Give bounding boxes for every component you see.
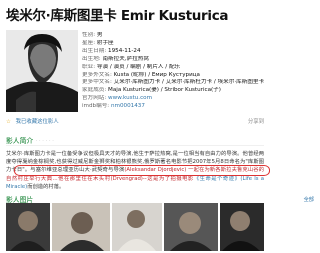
profile-info: 性别: 男 星座: 射手座 出生日期: 1954-11-24 出生地: 南斯拉夫… [82, 32, 268, 111]
bio-end: 而创造的村落。 [27, 183, 65, 190]
info-value: 南斯拉夫,萨拉热窝 [102, 55, 149, 62]
action-bar: ☆ 我已收藏这位影人 分享到 [6, 117, 264, 127]
info-row: 更多中文名: 艾米尔·库斯图力卡 / 艾米尔·库斯杜力卡 / 埃米尔·库斯图里卡 [82, 79, 268, 87]
info-value: Kusta (昵称) / Емир Кустурица [113, 71, 200, 78]
photo-thumbnail[interactable] [164, 203, 218, 251]
photo-image [112, 203, 162, 251]
info-row: 官方网站: www.kustu.com [82, 95, 268, 103]
official-site-link[interactable]: www.kustu.com [108, 95, 152, 101]
info-row: imdb编号: nm0001437 [82, 103, 268, 111]
info-key: imdb编号: [82, 103, 110, 110]
photo-strip [6, 203, 264, 251]
photo-thumbnail[interactable] [220, 203, 264, 251]
info-row: 出生地: 南斯拉夫,萨拉热窝 [82, 56, 268, 64]
bio-section-header: 影人简介 · · · · · · [6, 135, 54, 145]
info-key: 更多外文名: [82, 71, 112, 78]
share-button[interactable]: 分享到 [248, 117, 264, 125]
photo-thumbnail[interactable] [52, 203, 110, 251]
info-value: Maja Kusturica(妻) / Stribor Kusturica(子) [108, 87, 221, 94]
photos-all-link[interactable]: 全部 [304, 196, 314, 203]
photo-image [52, 203, 110, 251]
bio-heading: 影人简介 [6, 137, 34, 145]
photo-thumbnail[interactable] [112, 203, 162, 251]
photo-thumbnail[interactable] [6, 203, 50, 251]
info-row: 出生日期: 1954-11-24 [82, 48, 268, 56]
divider [6, 145, 264, 146]
bio-link-drvengrad[interactable]: (Drvengrad) [111, 176, 143, 182]
info-key: 职业: [82, 63, 96, 70]
bio-highlight-tail: --这是为了拍摄电影 [142, 175, 194, 182]
info-value: 射手座 [96, 39, 114, 46]
portrait-photo[interactable] [6, 30, 78, 112]
info-key: 星座: [82, 39, 96, 46]
photo-image [6, 203, 50, 251]
info-value: 艾米尔·库斯图力卡 / 艾米尔·库斯杜力卡 / 埃米尔·库斯图里卡 [113, 79, 265, 86]
collected-link[interactable]: 我已收藏这位影人 [16, 119, 59, 125]
info-row: 性别: 男 [82, 32, 268, 40]
heading-dots: · · · · · · [35, 137, 54, 145]
info-row: 更多外文名: Kusta (昵称) / Емир Кустурица [82, 72, 268, 80]
portrait-image [6, 30, 78, 112]
info-value: 1954-11-24 [108, 47, 141, 54]
info-key: 官方网站: [82, 95, 107, 102]
info-key: 出生日期: [82, 47, 107, 54]
info-row: 家庭成员: Maja Kusturica(妻) / Stribor Kustur… [82, 87, 268, 95]
red-annotation-oval [14, 165, 270, 176]
info-row: 职业: 导演 / 演员 / 编剧 / 制片人 / 配乐 [82, 64, 268, 72]
photo-image [220, 203, 264, 251]
info-key: 出生地: [82, 55, 101, 62]
star-icon: ☆ [6, 119, 11, 125]
info-key: 家庭成员: [82, 87, 107, 94]
page-title: 埃米尔·库斯图里卡 Emir Kusturica [6, 8, 229, 24]
info-value: 男 [96, 32, 103, 38]
info-row: 星座: 射手座 [82, 40, 268, 48]
info-value: 导演 / 演员 / 编剧 / 制片人 / 配乐 [96, 63, 181, 70]
photo-image [164, 203, 218, 251]
imdb-link[interactable]: nm0001437 [111, 103, 145, 109]
info-key: 更多中文名: [82, 79, 112, 86]
info-key: 性别: [82, 32, 96, 38]
